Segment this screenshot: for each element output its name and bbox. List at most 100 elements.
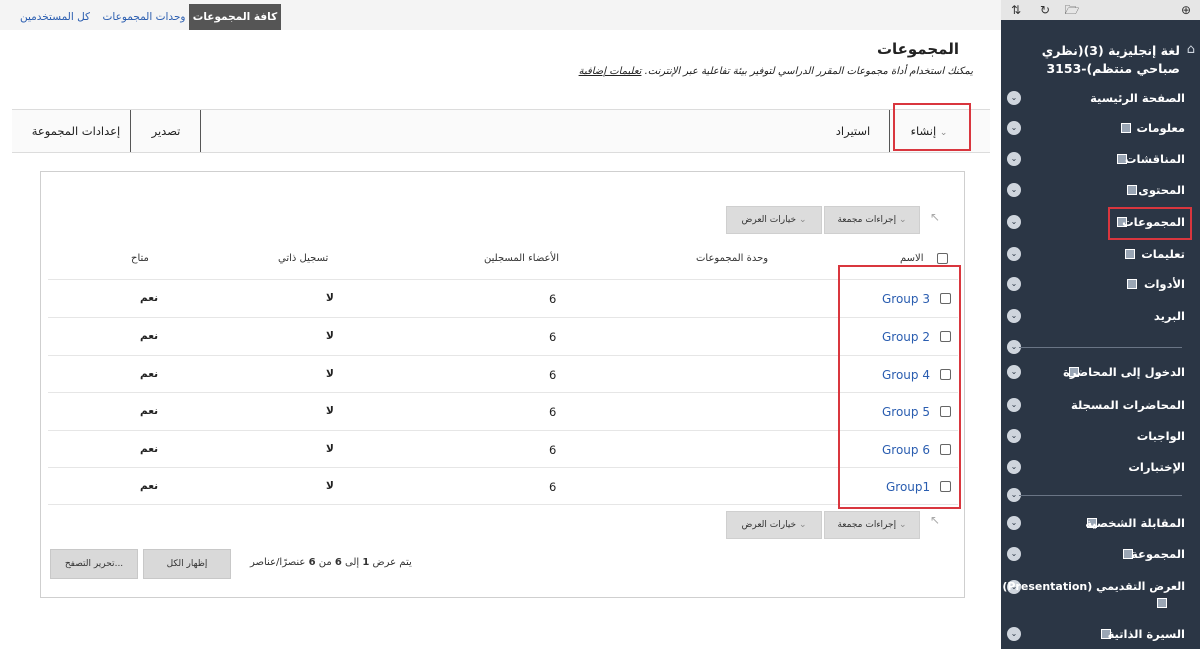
self-enroll-value: لا xyxy=(326,368,334,380)
display-options-button[interactable]: خيارات العرض ⌄ xyxy=(726,206,822,234)
column-header-enrolled[interactable]: الأعضاء المسجلين xyxy=(484,253,559,264)
course-title[interactable]: لغة إنجليزية (3)(نظري صباحي منتظم)-3153 xyxy=(1020,42,1180,78)
pager-from: 1 xyxy=(362,557,370,568)
sidebar-item-label: الدخول إلى المحاضرة xyxy=(1063,365,1185,379)
sidebar-item-interview[interactable]: ⌄ المقابلة الشخصية xyxy=(1001,513,1200,535)
help-link[interactable]: تعليمات إضافية xyxy=(579,66,642,77)
group-settings-button[interactable]: إعدادات المجموعة xyxy=(24,110,128,152)
bulk-actions-button-bottom[interactable]: إجراءات مجمعة ⌄ xyxy=(824,511,920,539)
sidebar-item-tests[interactable]: ⌄ الإختبارات xyxy=(1001,457,1200,479)
sidebar-item-label: المجموعة xyxy=(1130,547,1185,561)
enrolled-count: 6 xyxy=(549,405,557,419)
folder-icon[interactable]: 🗁 xyxy=(1063,1,1081,19)
pager-prefix: يتم عرض xyxy=(372,557,412,568)
hidden-item-icon xyxy=(1125,249,1135,259)
chevron-down-icon[interactable]: ⌄ xyxy=(1007,547,1021,561)
sidebar-item-group[interactable]: ⌄ المجموعة xyxy=(1001,544,1200,566)
enrolled-count: 6 xyxy=(549,443,557,457)
enrolled-count: 6 xyxy=(549,330,557,344)
sidebar-item-label: المحتوى xyxy=(1138,183,1185,197)
arrow-indicator-icon: ↖ xyxy=(930,210,941,224)
bulk-actions-label: إجراءات مجمعة xyxy=(837,520,897,530)
refresh-icon[interactable]: ↻ xyxy=(1036,1,1054,19)
bulk-actions-label: إجراءات مجمعة xyxy=(837,215,897,225)
table-row: Group 2 6 لا نعم xyxy=(48,317,958,355)
table-row: Group 4 6 لا نعم xyxy=(48,355,958,393)
chevron-down-icon[interactable]: ⌄ xyxy=(1007,460,1021,474)
sidebar-toolbar: ⇅ ↻ 🗁 ⊕ xyxy=(1001,0,1200,20)
sidebar-item-information[interactable]: ⌄ معلومات xyxy=(1001,118,1200,140)
sidebar-item-label: السيرة الذاتية xyxy=(1107,627,1185,641)
sidebar-item-home[interactable]: ⌄ الصفحة الرئيسية xyxy=(1001,88,1200,110)
available-value: نعم xyxy=(140,330,159,342)
home-icon[interactable]: ⌂ xyxy=(1187,42,1195,57)
chevron-down-icon[interactable]: ⌄ xyxy=(1007,627,1021,641)
sidebar-item-label: الصفحة الرئيسية xyxy=(1090,91,1185,105)
sidebar-item-label: الواجبات xyxy=(1136,429,1185,443)
select-all-checkbox[interactable] xyxy=(937,253,948,264)
chevron-down-icon: ⌄ xyxy=(798,520,807,530)
hidden-item-icon xyxy=(1121,123,1131,133)
sidebar-item-label: معلومات xyxy=(1136,121,1185,135)
sidebar-item-mail[interactable]: ⌄ البريد xyxy=(1001,306,1200,328)
chevron-down-icon[interactable]: ⌄ xyxy=(1007,247,1021,261)
chevron-down-icon[interactable]: ⌄ xyxy=(1007,309,1021,323)
chevron-down-icon[interactable]: ⌄ xyxy=(1007,429,1021,443)
chevron-down-icon[interactable]: ⌄ xyxy=(1007,183,1021,197)
available-value: نعم xyxy=(140,443,159,455)
sidebar-item-tools[interactable]: ⌄ الأدوات xyxy=(1001,274,1200,296)
hidden-item-icon xyxy=(1127,279,1137,289)
enrolled-count: 6 xyxy=(549,480,557,494)
tab-all-groups[interactable]: كافة المجموعات xyxy=(189,4,281,30)
table-row: Group 3 6 لا نعم xyxy=(48,279,958,317)
chevron-down-icon[interactable]: ⌄ xyxy=(1007,277,1021,291)
column-header-available[interactable]: متاح xyxy=(131,253,149,264)
chevron-down-icon: ⌄ xyxy=(898,520,907,530)
page-description: يمكنك استخدام أداة مجموعات المقرر الدراس… xyxy=(579,66,973,77)
bulk-actions-button[interactable]: إجراءات مجمعة ⌄ xyxy=(824,206,920,234)
column-header-group-set[interactable]: وحدة المجموعات xyxy=(696,253,768,264)
sidebar-item-discussions[interactable]: ⌄ المناقشات xyxy=(1001,149,1200,171)
import-button[interactable]: استيراد xyxy=(816,110,890,152)
display-options-label: خيارات العرض xyxy=(741,520,797,530)
chevron-down-icon[interactable]: ⌄ xyxy=(1007,516,1021,530)
chevron-down-icon[interactable]: ⌄ xyxy=(1007,215,1021,229)
description-text: يمكنك استخدام أداة مجموعات المقرر الدراس… xyxy=(644,66,973,77)
chevron-down-icon[interactable]: ⌄ xyxy=(1007,398,1021,412)
column-header-self-enroll[interactable]: تسجيل ذاتي xyxy=(278,253,328,264)
sidebar-item-label: المقابلة الشخصية xyxy=(1085,516,1185,530)
tab-all-users[interactable]: كل المستخدمين xyxy=(14,4,96,30)
pager-status: يتم عرض 1 إلى 6 من 6 عنصرًا/عناصر xyxy=(250,557,412,568)
self-enroll-value: لا xyxy=(326,480,334,492)
course-menu-sidebar: ⇅ ↻ 🗁 ⊕ ⌂ لغة إنجليزية (3)(نظري صباحي من… xyxy=(1001,0,1200,649)
available-value: نعم xyxy=(140,480,159,492)
separator xyxy=(200,110,201,152)
add-icon[interactable]: ⊕ xyxy=(1177,1,1195,19)
chevron-down-icon[interactable]: ⌄ xyxy=(1007,91,1021,105)
arrow-indicator-icon: ↖ xyxy=(930,513,941,527)
pager-total: 6 xyxy=(308,557,316,568)
sidebar-item-content[interactable]: ⌄ المحتوى xyxy=(1001,180,1200,202)
chevron-down-icon[interactable]: ⌄ xyxy=(1007,121,1021,135)
sidebar-item-cv[interactable]: ⌄ السيرة الذاتية xyxy=(1001,624,1200,646)
sidebar-item-presentation[interactable]: ⌄ العرض التقديمي (Presentation) xyxy=(1001,577,1200,608)
sort-icon[interactable]: ⇅ xyxy=(1007,1,1025,19)
sidebar-item-assignments[interactable]: ⌄ الواجبات xyxy=(1001,426,1200,448)
separator xyxy=(130,110,131,152)
sidebar-item-help[interactable]: ⌄ تعليمات xyxy=(1001,244,1200,266)
show-all-button[interactable]: إظهار الكل xyxy=(143,549,231,579)
chevron-down-icon[interactable]: ⌄ xyxy=(1007,152,1021,166)
sidebar-item-label: تعليمات xyxy=(1141,247,1185,261)
pager-suffix: عنصرًا/عناصر xyxy=(250,557,306,568)
chevron-down-icon[interactable]: ⌄ xyxy=(1007,365,1021,379)
tab-group-sets[interactable]: وحدات المجموعات xyxy=(98,4,190,30)
display-options-button-bottom[interactable]: خيارات العرض ⌄ xyxy=(726,511,822,539)
pager-to-word: إلى xyxy=(345,557,360,568)
sidebar-item-label: الأدوات xyxy=(1143,277,1185,291)
hidden-item-icon xyxy=(1157,598,1167,608)
column-header-name[interactable]: الاسم xyxy=(900,253,924,264)
edit-paging-button[interactable]: تحرير التصفح... xyxy=(50,549,138,579)
sidebar-item-recorded-lectures[interactable]: ⌄ المحاضرات المسجلة xyxy=(1001,395,1200,417)
export-button[interactable]: تصدير xyxy=(132,110,200,152)
sidebar-item-join-lecture[interactable]: ⌄ الدخول إلى المحاضرة xyxy=(1001,362,1200,384)
